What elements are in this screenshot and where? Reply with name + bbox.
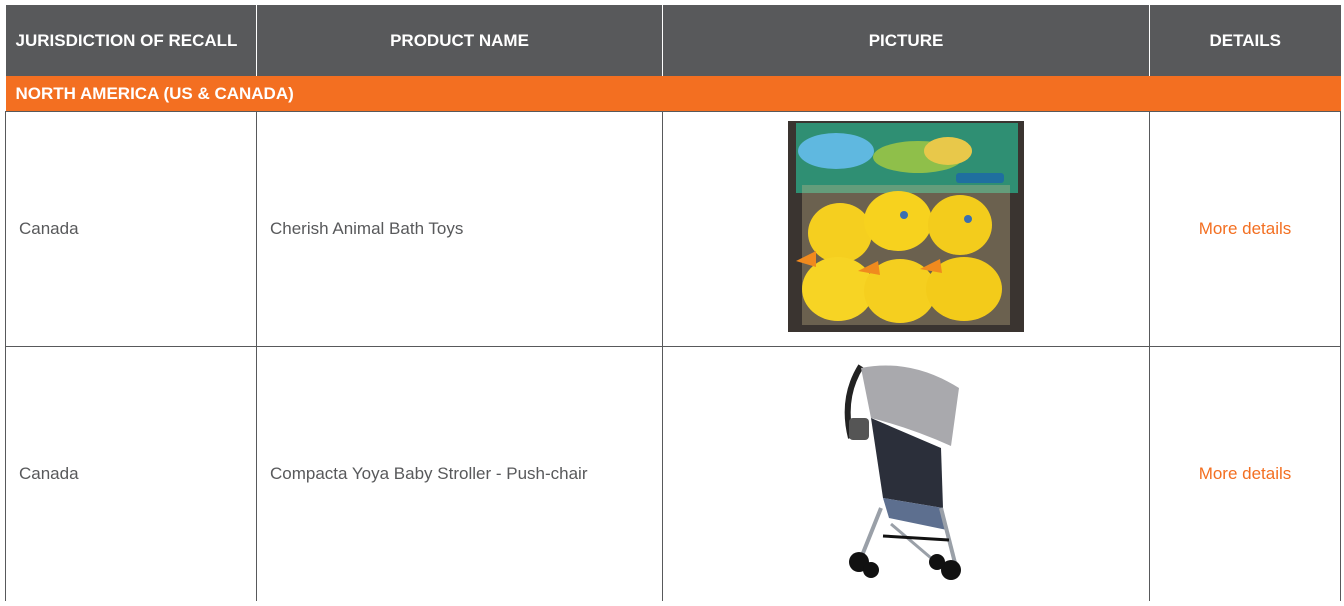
- rubber-ducks-package-image: [788, 121, 1024, 332]
- picture-cell: [662, 346, 1150, 601]
- picture-cell: [662, 111, 1150, 347]
- header-jurisdiction: JURISDICTION OF RECALL: [5, 5, 257, 76]
- product-name-cell: Compacta Yoya Baby Stroller - Push-chair: [256, 346, 663, 601]
- recall-table: JURISDICTION OF RECALL PRODUCT NAME PICT…: [5, 5, 1341, 601]
- jurisdiction-cell: Canada: [5, 111, 257, 347]
- jurisdiction-cell: Canada: [5, 346, 257, 601]
- product-name-cell: Cherish Animal Bath Toys: [256, 111, 663, 347]
- region-row: NORTH AMERICA (US & CANADA): [5, 76, 1341, 112]
- baby-stroller-image: [844, 363, 961, 580]
- table-row: Canada Cherish Animal Bath Toys More det…: [5, 111, 1341, 347]
- recall-table-container: JURISDICTION OF RECALL PRODUCT NAME PICT…: [5, 5, 1341, 601]
- more-details-link[interactable]: More details: [1199, 219, 1292, 238]
- header-product-name: PRODUCT NAME: [256, 5, 663, 76]
- header-details: DETAILS: [1149, 5, 1341, 76]
- more-details-link[interactable]: More details: [1199, 464, 1292, 483]
- header-picture: PICTURE: [662, 5, 1150, 76]
- table-header-row: JURISDICTION OF RECALL PRODUCT NAME PICT…: [5, 5, 1341, 76]
- table-row: Canada Compacta Yoya Baby Stroller - Pus…: [5, 346, 1341, 601]
- details-cell: More details: [1149, 346, 1341, 601]
- details-cell: More details: [1149, 111, 1341, 347]
- region-label: NORTH AMERICA (US & CANADA): [5, 76, 1341, 112]
